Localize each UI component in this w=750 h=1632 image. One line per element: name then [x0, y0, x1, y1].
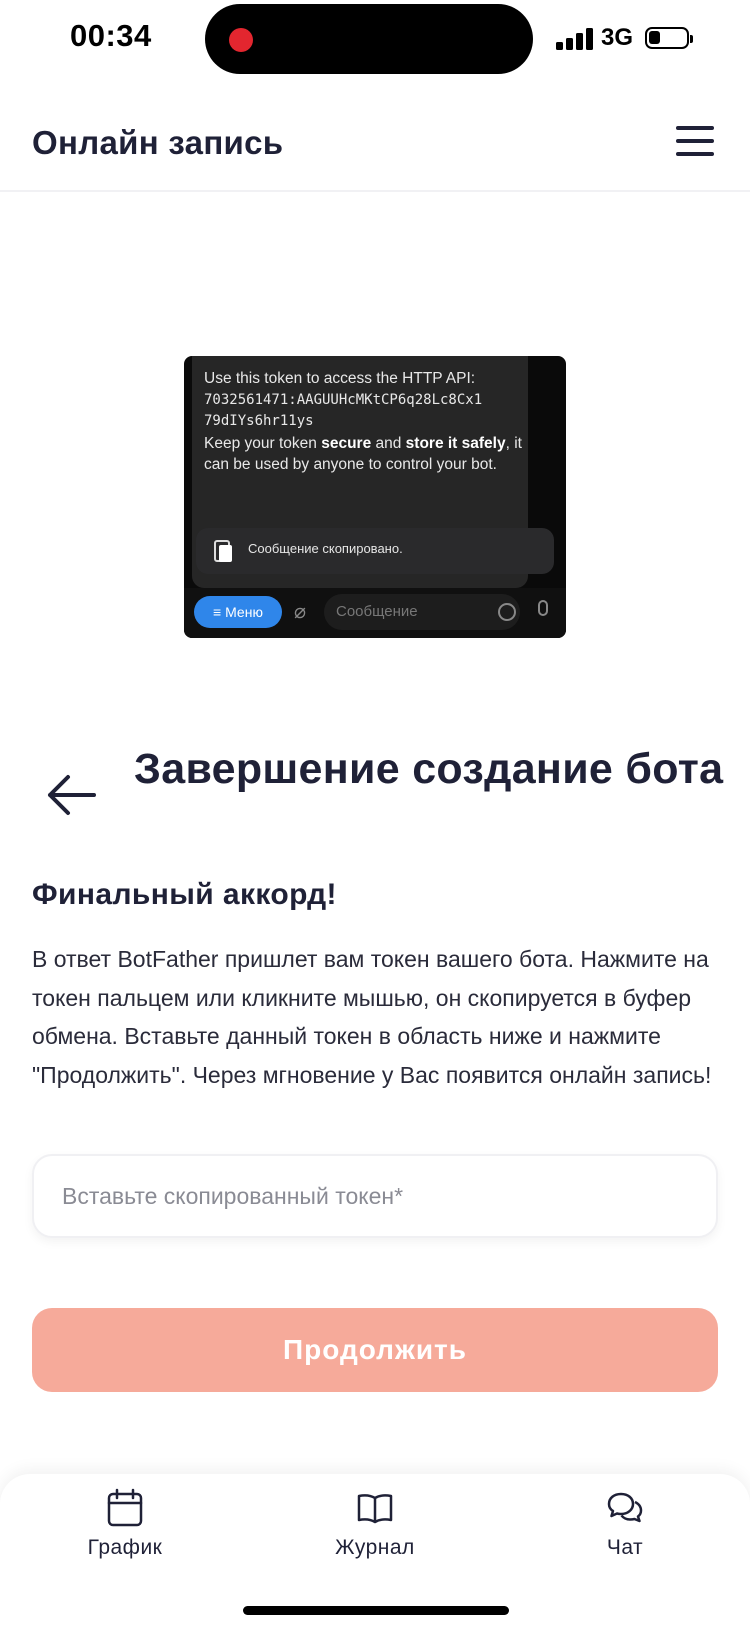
telegram-screenshot: Use this token to access the HTTP API: 7… — [184, 356, 566, 638]
network-type: 3G — [601, 24, 634, 51]
telegram-token-line: 79dIYs6hr11ys — [204, 413, 314, 429]
toast-text: Сообщение скопировано. — [248, 541, 403, 556]
dynamic-island — [205, 4, 533, 74]
nav-label: Журнал — [335, 1536, 415, 1559]
telegram-line: Use this token to access the HTTP API: — [204, 370, 476, 387]
status-time: 00:34 — [70, 18, 152, 53]
app-title: Онлайн запись — [32, 124, 284, 161]
recording-indicator — [229, 28, 253, 52]
nav-label: Чат — [606, 1536, 644, 1559]
back-button[interactable] — [44, 772, 100, 818]
telegram-menu-button: ≡ Меню — [194, 596, 282, 628]
status-bar: 00:34 3G — [0, 0, 750, 80]
copy-icon — [214, 540, 232, 562]
nav-item-journal[interactable]: Журнал — [300, 1488, 450, 1568]
telegram-keep-text: Keep your token secure and store it safe… — [204, 434, 522, 474]
sticker-icon — [498, 603, 516, 621]
token-input[interactable] — [32, 1154, 718, 1238]
nav-item-schedule[interactable]: График — [50, 1488, 200, 1568]
telegram-message-text: Use this token to access the HTTP API: 7… — [204, 368, 534, 476]
battery-icon — [645, 27, 693, 49]
chat-icon — [607, 1492, 643, 1523]
paperclip-icon: ⌀ — [294, 601, 307, 623]
book-icon — [357, 1494, 393, 1524]
arrow-left-icon — [48, 775, 96, 815]
continue-button[interactable]: Продолжить — [32, 1308, 718, 1392]
page-title: Завершение создание бота — [134, 745, 724, 793]
telegram-token-line: 7032561471:AAGUUHcMKtCP6q28Lc8Cx1 — [204, 391, 483, 408]
nav-item-chat[interactable]: Чат — [550, 1488, 700, 1568]
hamburger-icon — [676, 126, 714, 130]
copied-toast: Сообщение скопировано. — [196, 528, 554, 574]
nav-label: График — [87, 1536, 163, 1559]
home-indicator — [243, 1606, 509, 1615]
instructions-text: В ответ BotFather пришлет вам токен ваше… — [32, 946, 712, 1088]
hamburger-menu-button[interactable] — [672, 126, 716, 162]
telegram-input-bar: ≡ Меню ⌀ Сообщение — [184, 588, 566, 638]
calendar-icon — [107, 1488, 143, 1527]
signal-icon — [556, 28, 596, 50]
app-header: Онлайн запись — [0, 96, 750, 192]
telegram-message-field: Сообщение — [324, 594, 520, 630]
microphone-icon — [538, 600, 548, 616]
section-subtitle: Финальный аккорд! — [32, 878, 337, 911]
